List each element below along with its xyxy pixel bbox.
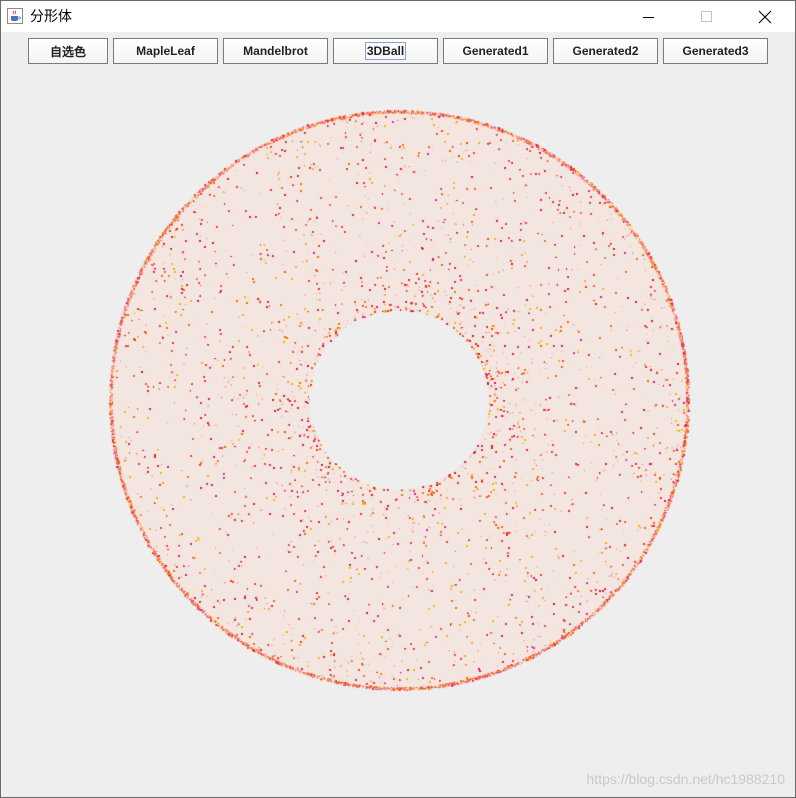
maple-leaf-button[interactable]: MapleLeaf	[113, 38, 218, 64]
mandelbrot-button[interactable]: Mandelbrot	[223, 38, 328, 64]
title-bar[interactable]: 分形体	[1, 1, 795, 32]
maple-leaf-label: MapleLeaf	[136, 44, 195, 58]
generated2-label: Generated2	[572, 44, 639, 58]
generated1-button[interactable]: Generated1	[443, 38, 548, 64]
close-button[interactable]	[742, 1, 788, 32]
maximize-icon	[701, 10, 712, 22]
fractal-canvas-area	[1, 70, 795, 797]
fractal-canvas	[1, 70, 795, 797]
toolbar: 自选色 MapleLeaf Mandelbrot 3DBall Generate…	[1, 32, 795, 70]
custom-color-label: 自选色	[49, 44, 86, 59]
3dball-label: 3DBall	[364, 42, 407, 60]
3dball-button[interactable]: 3DBall	[333, 38, 438, 64]
java-cup-icon	[7, 8, 23, 24]
generated1-label: Generated1	[462, 44, 529, 58]
custom-color-button[interactable]: 自选色	[28, 38, 108, 64]
mandelbrot-label: Mandelbrot	[243, 44, 308, 58]
window-title: 分形体	[30, 9, 72, 25]
close-icon	[758, 10, 772, 23]
watermark: https://blog.csdn.net/hc1988210	[586, 771, 785, 787]
generated3-label: Generated3	[682, 44, 749, 58]
app-window: 分形体 自选色 MapleLeaf Mandelbrot 3DBall Gene…	[0, 0, 796, 798]
generated3-button[interactable]: Generated3	[663, 38, 768, 64]
minimize-icon	[643, 16, 654, 18]
maximize-button[interactable]	[684, 1, 730, 32]
generated2-button[interactable]: Generated2	[553, 38, 658, 64]
minimize-button[interactable]	[626, 1, 672, 32]
